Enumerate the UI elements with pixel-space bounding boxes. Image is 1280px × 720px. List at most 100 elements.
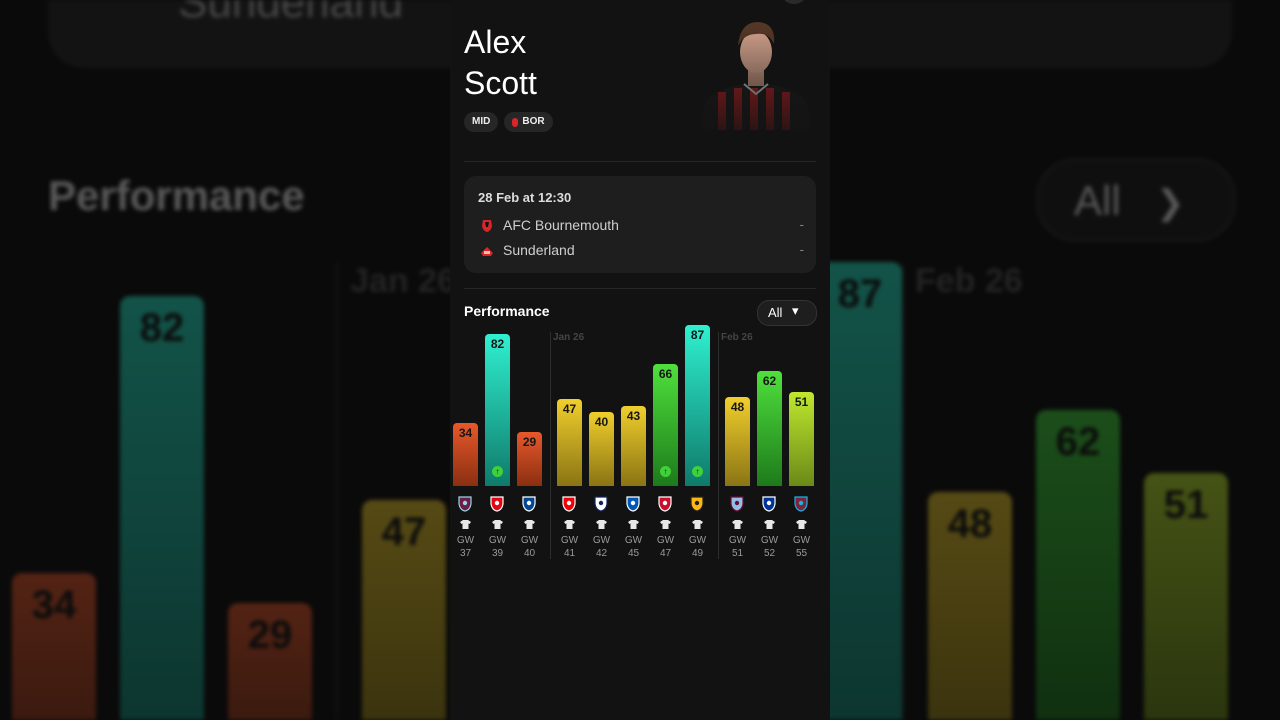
shirt-icon <box>660 520 671 529</box>
performance-boost-icon: ↑ <box>660 466 671 477</box>
bournemouth-crest-icon <box>512 117 519 127</box>
background-month-divider <box>336 262 338 720</box>
bar-value-label: 62 <box>762 374 777 388</box>
background-bar: 48 <box>928 492 1012 720</box>
fixture-away-team: Sunderland - <box>480 242 804 260</box>
gameweek-label: GW 41 <box>560 535 579 559</box>
background-month-label: Jan 26 <box>350 262 456 300</box>
shirt-icon <box>764 520 775 529</box>
performance-bar[interactable]: 66 ↑ <box>653 364 678 486</box>
background-filter: All ❯ <box>1036 158 1236 242</box>
opponent-crest-icon <box>658 496 672 512</box>
bar-value-label: 51 <box>794 395 809 409</box>
player-last-name: Scott <box>464 65 537 101</box>
bar-value-label: 87 <box>690 328 705 342</box>
position-badge: MID <box>464 112 499 132</box>
shirt-icon <box>460 520 471 529</box>
team-badge: BOR <box>504 112 553 132</box>
sunderland-crest-icon <box>481 247 493 256</box>
home-team-score: - <box>799 217 804 232</box>
opponent-crest-icon <box>458 496 472 512</box>
shirt-icon <box>796 520 807 529</box>
performance-bar[interactable]: 47 <box>557 399 582 486</box>
performance-title: Performance <box>464 303 550 319</box>
performance-filter-label: All <box>768 305 783 320</box>
opponent-crest-icon <box>490 496 504 512</box>
gameweek-label: GW 40 <box>520 535 539 559</box>
performance-bar[interactable]: 62 <box>757 371 782 486</box>
opponent-crest-icon <box>626 496 640 512</box>
background-section-title: Performance <box>48 172 305 219</box>
player-first-name: Alex <box>464 24 527 60</box>
performance-bar[interactable]: 51 <box>789 392 814 486</box>
away-team-score: - <box>799 242 804 257</box>
gameweek-label: GW 52 <box>760 535 779 559</box>
home-team-name: AFC Bournemouth <box>503 217 619 233</box>
performance-bar[interactable]: 29 <box>517 432 542 486</box>
player-name: Alex Scott <box>464 22 537 104</box>
background-bar: 82 <box>120 296 204 720</box>
performance-filter-dropdown[interactable]: All ▾ <box>757 300 817 326</box>
bar-value-label: 40 <box>594 415 609 429</box>
opponent-crest-icon <box>594 496 608 512</box>
position-label: MID <box>472 116 491 127</box>
performance-boost-icon: ↑ <box>692 466 703 477</box>
gameweek-label: GW 49 <box>688 535 707 559</box>
month-label: Feb 26 <box>721 332 753 343</box>
close-button[interactable] <box>783 0 805 4</box>
shirt-icon <box>628 520 639 529</box>
bar-value-label: 48 <box>730 400 745 414</box>
month-divider <box>718 332 719 559</box>
performance-bar[interactable]: 43 <box>621 406 646 486</box>
player-tags: MID BOR <box>464 112 553 132</box>
month-divider <box>550 332 551 559</box>
gameweek-label: GW 55 <box>792 535 811 559</box>
performance-chart: Jan 26 Feb 26 34 GW 37 82 ↑ GW 39 29 GW 40 47 GW 41 40 G… <box>450 325 830 566</box>
background-bar: 34 <box>12 573 96 720</box>
shirt-icon <box>596 520 607 529</box>
bar-value-label: 43 <box>626 409 641 423</box>
next-fixture-card[interactable]: 28 Feb at 12:30 AFC Bournemouth - Sunder… <box>464 176 816 273</box>
opponent-crest-icon <box>562 496 576 512</box>
shirt-icon <box>564 520 575 529</box>
gameweek-label: GW 42 <box>592 535 611 559</box>
chevron-down-icon: ▾ <box>792 303 799 318</box>
background-bar: 62 <box>1036 410 1120 720</box>
background-bar: 47 <box>362 500 446 720</box>
team-code: BOR <box>522 116 545 127</box>
background-team-name: Sunderland <box>178 0 404 27</box>
shirt-icon <box>692 520 703 529</box>
fixture-home-team: AFC Bournemouth - <box>480 217 804 235</box>
shirt-icon <box>524 520 535 529</box>
bar-value-label: 29 <box>522 435 537 449</box>
opponent-crest-icon <box>690 496 704 512</box>
divider <box>464 161 816 162</box>
gameweek-label: GW 47 <box>656 535 675 559</box>
gameweek-label: GW 37 <box>456 535 475 559</box>
gameweek-label: GW 51 <box>728 535 747 559</box>
performance-bar[interactable]: 48 <box>725 397 750 486</box>
performance-bar[interactable]: 40 <box>589 412 614 486</box>
shirt-icon <box>492 520 503 529</box>
divider <box>464 288 816 289</box>
background-bar: 87 <box>818 262 902 720</box>
performance-bar[interactable]: 87 ↑ <box>685 325 710 486</box>
performance-boost-icon: ↑ <box>492 466 503 477</box>
bar-value-label: 82 <box>490 337 505 351</box>
player-detail-panel: Alex Scott MID BOR 28 Feb at 12:30 AFC B… <box>450 0 830 720</box>
opponent-crest-icon <box>794 496 808 512</box>
bar-value-label: 34 <box>458 426 473 440</box>
performance-bar[interactable]: 34 <box>453 423 478 486</box>
bar-value-label: 47 <box>562 402 577 416</box>
chevron-down-icon: ❯ <box>1156 184 1185 222</box>
background-month-divider <box>902 262 904 720</box>
performance-bar[interactable]: 82 ↑ <box>485 334 510 486</box>
gameweek-label: GW 45 <box>624 535 643 559</box>
opponent-crest-icon <box>730 496 744 512</box>
gameweek-label: GW 39 <box>488 535 507 559</box>
opponent-crest-icon <box>762 496 776 512</box>
bournemouth-crest-icon <box>482 220 492 232</box>
month-label: Jan 26 <box>553 332 585 343</box>
background-bar: 29 <box>228 603 312 720</box>
fixture-datetime: 28 Feb at 12:30 <box>478 190 572 205</box>
